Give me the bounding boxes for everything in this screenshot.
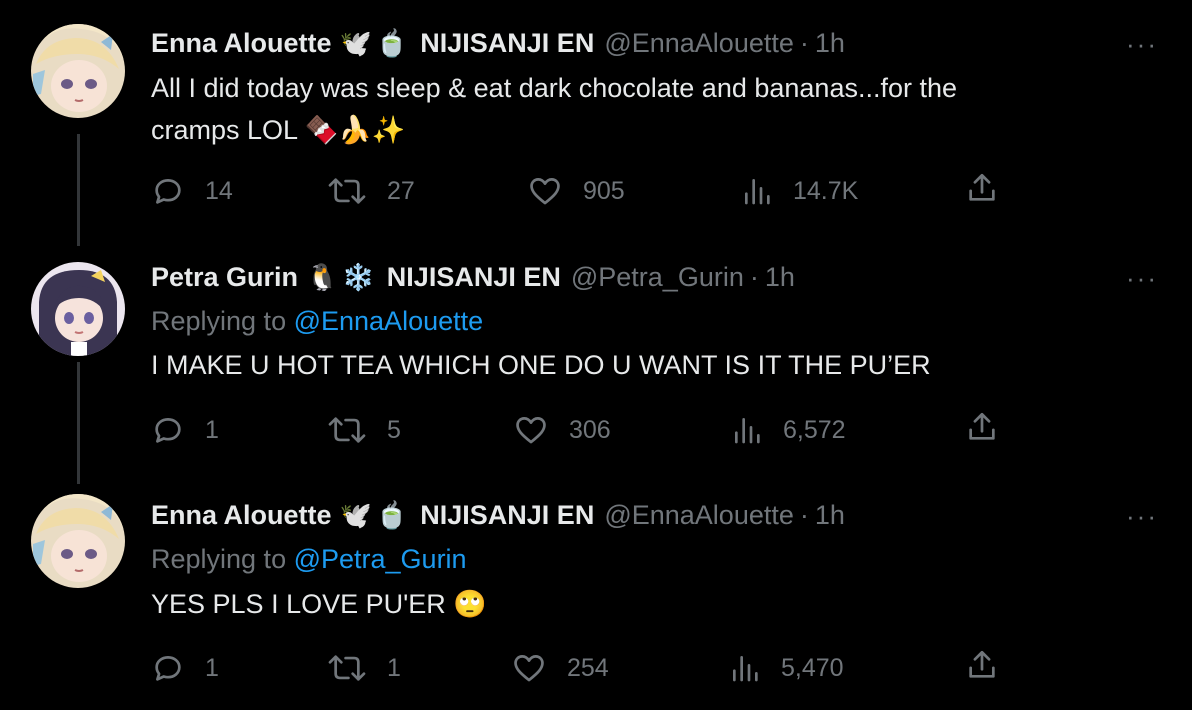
tweet-header: Petra Gurin 🐧 ❄️ NIJISANJI EN @Petra_Gur… bbox=[151, 260, 795, 294]
name-badges: 🕊️ 🍵 bbox=[340, 500, 413, 530]
retweet-count: 5 bbox=[387, 416, 401, 444]
heart-icon bbox=[516, 417, 546, 444]
retweet-button[interactable]: 27 bbox=[327, 171, 415, 211]
author-handle[interactable]: @Petra_Gurin bbox=[571, 260, 744, 294]
tweet-text-line: All I did today was sleep & eat dark cho… bbox=[151, 73, 958, 103]
retweet-icon bbox=[328, 178, 366, 204]
tweet-timestamp[interactable]: 1h bbox=[815, 26, 845, 60]
author-handle[interactable]: @EnnaAlouette bbox=[604, 26, 794, 60]
tweet[interactable]: Petra Gurin 🐧 ❄️ NIJISANJI EN @Petra_Gur… bbox=[0, 240, 1192, 480]
header-separator: · bbox=[799, 500, 809, 530]
tweet-timestamp[interactable]: 1h bbox=[765, 260, 795, 294]
replying-to-mention[interactable]: @Petra_Gurin bbox=[294, 544, 467, 574]
header-separator: · bbox=[799, 28, 809, 58]
reply-count: 14 bbox=[205, 177, 233, 205]
retweet-count: 27 bbox=[387, 177, 415, 205]
author-affiliation: NIJISANJI EN bbox=[420, 500, 595, 530]
heart-icon bbox=[514, 655, 544, 682]
tweet-header: Enna Alouette 🕊️ 🍵 NIJISANJI EN @EnnaAlo… bbox=[151, 26, 845, 60]
tweet-text: I MAKE U HOT TEA WHICH ONE DO U WANT IS … bbox=[151, 344, 1111, 386]
reply-button[interactable]: 1 bbox=[151, 410, 219, 450]
like-count: 254 bbox=[567, 654, 609, 682]
reply-icon bbox=[155, 656, 181, 681]
share-button[interactable] bbox=[965, 410, 1019, 444]
avatar[interactable] bbox=[31, 24, 125, 118]
share-icon bbox=[969, 412, 995, 440]
penguin-emoji-icon: 🐧 bbox=[306, 262, 339, 292]
views-button[interactable]: 14.7K bbox=[741, 171, 858, 211]
avatar[interactable] bbox=[31, 494, 125, 588]
name-badges: 🐧 ❄️ bbox=[306, 262, 379, 292]
author-name[interactable]: Enna Alouette bbox=[151, 26, 332, 60]
avatar[interactable] bbox=[31, 262, 125, 356]
name-badges: 🕊️ 🍵 bbox=[340, 28, 413, 58]
tweet-header: Enna Alouette 🕊️ 🍵 NIJISANJI EN @EnnaAlo… bbox=[151, 498, 845, 532]
tweet-actions: 1 1 254 5,470 bbox=[151, 648, 1011, 688]
tweet-text-line: YES PLS I LOVE PU'ER 🙄 bbox=[151, 589, 487, 619]
tweet-text: All I did today was sleep & eat dark cho… bbox=[151, 67, 1111, 151]
replying-to-label: Replying to bbox=[151, 306, 294, 336]
retweet-count: 1 bbox=[387, 654, 401, 682]
share-button[interactable] bbox=[965, 648, 1019, 682]
author-handle[interactable]: @EnnaAlouette bbox=[604, 498, 794, 532]
more-options-button[interactable]: ··· bbox=[1126, 31, 1158, 57]
replying-to-line: Replying to @Petra_Gurin bbox=[151, 542, 467, 576]
retweet-icon bbox=[328, 655, 366, 681]
retweet-button[interactable]: 1 bbox=[327, 648, 401, 688]
views-count: 14.7K bbox=[793, 177, 859, 205]
more-options-button[interactable]: ··· bbox=[1126, 265, 1158, 291]
replying-to-mention[interactable]: @EnnaAlouette bbox=[294, 306, 484, 336]
tea-emoji-icon: 🍵 bbox=[375, 28, 409, 58]
reply-icon bbox=[155, 179, 181, 204]
author-affiliation: NIJISANJI EN bbox=[420, 28, 595, 58]
tweet[interactable]: Enna Alouette 🕊️ 🍵 NIJISANJI EN @EnnaAlo… bbox=[0, 480, 1192, 710]
author-name[interactable]: Enna Alouette bbox=[151, 498, 332, 532]
snowflake-emoji-icon: ❄️ bbox=[342, 262, 375, 292]
views-icon bbox=[733, 656, 758, 682]
tea-emoji-icon: 🍵 bbox=[375, 500, 409, 530]
share-button[interactable] bbox=[965, 171, 1019, 205]
author-affiliation: NIJISANJI EN bbox=[386, 262, 561, 292]
header-separator: · bbox=[749, 262, 759, 292]
tweet-actions: 14 27 905 14.7K bbox=[151, 171, 1011, 211]
views-count: 6,572 bbox=[783, 416, 846, 444]
tweet-text: YES PLS I LOVE PU'ER 🙄 bbox=[151, 583, 1111, 625]
replying-to-line: Replying to @EnnaAlouette bbox=[151, 304, 483, 338]
views-button[interactable]: 6,572 bbox=[731, 410, 846, 450]
views-icon bbox=[745, 179, 770, 205]
share-icon bbox=[969, 173, 995, 201]
more-options-button[interactable]: ··· bbox=[1126, 503, 1158, 529]
views-count: 5,470 bbox=[781, 654, 844, 682]
reply-count: 1 bbox=[205, 654, 219, 682]
tweet[interactable]: Enna Alouette 🕊️ 🍵 NIJISANJI EN @EnnaAlo… bbox=[0, 0, 1192, 240]
reply-button[interactable]: 1 bbox=[151, 648, 219, 688]
reply-icon bbox=[155, 418, 181, 443]
tweet-actions: 1 5 306 6,572 bbox=[151, 410, 1011, 450]
views-icon bbox=[735, 418, 760, 444]
like-button[interactable]: 905 bbox=[527, 171, 625, 211]
dove-emoji-icon: 🕊️ bbox=[339, 28, 372, 58]
replying-to-label: Replying to bbox=[151, 544, 294, 574]
reply-button[interactable]: 14 bbox=[151, 171, 233, 211]
like-button[interactable]: 254 bbox=[511, 648, 609, 688]
share-icon bbox=[969, 650, 995, 678]
tweet-text-line: I MAKE U HOT TEA WHICH ONE DO U WANT IS … bbox=[151, 350, 931, 380]
dove-emoji-icon: 🕊️ bbox=[339, 500, 372, 530]
views-button[interactable]: 5,470 bbox=[729, 648, 844, 688]
retweet-icon bbox=[328, 417, 366, 443]
author-name[interactable]: Petra Gurin bbox=[151, 260, 298, 294]
retweet-button[interactable]: 5 bbox=[327, 410, 401, 450]
like-button[interactable]: 306 bbox=[513, 410, 611, 450]
tweet-timestamp[interactable]: 1h bbox=[815, 498, 845, 532]
like-count: 306 bbox=[569, 416, 611, 444]
tweet-text-line: cramps LOL 🍫🍌✨ bbox=[151, 115, 406, 145]
reply-count: 1 bbox=[205, 416, 219, 444]
heart-icon bbox=[530, 178, 560, 205]
like-count: 905 bbox=[583, 177, 625, 205]
